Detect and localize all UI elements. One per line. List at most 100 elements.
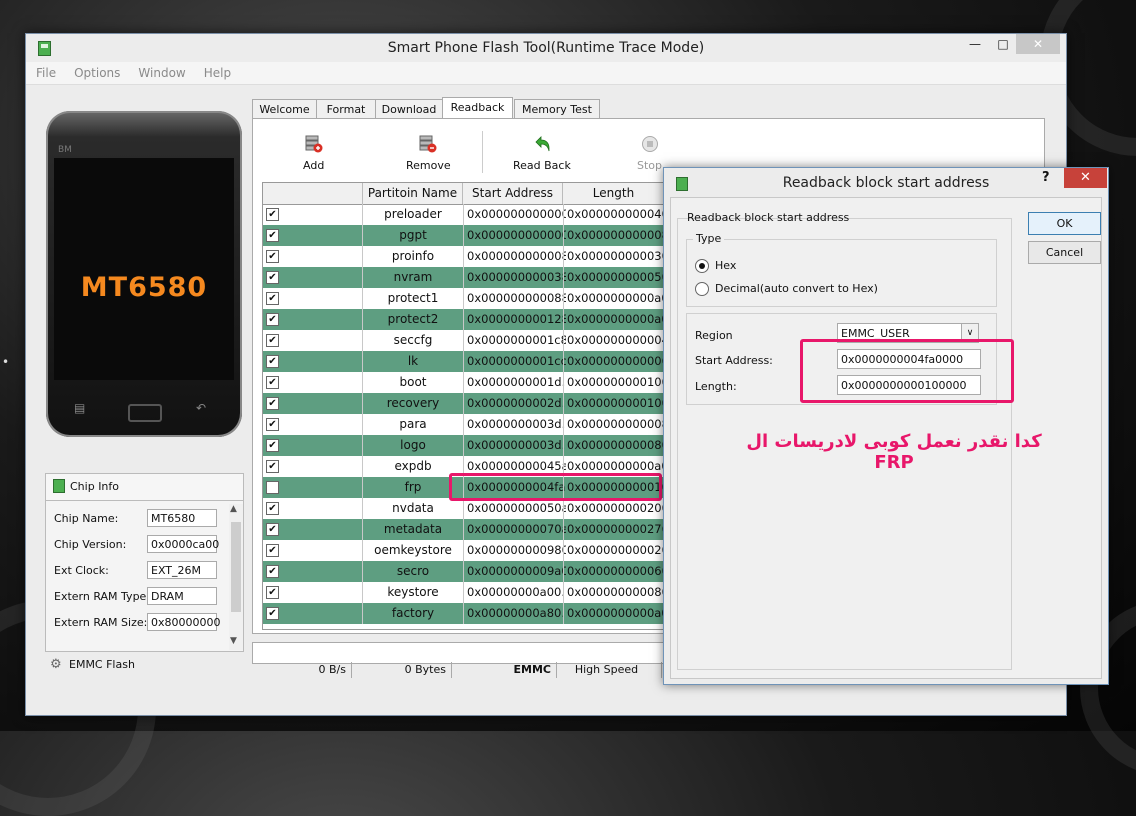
tab-download[interactable]: Download [375, 99, 443, 119]
partition-name: pgpt [362, 225, 463, 246]
chip-info-value[interactable]: EXT_26M [147, 561, 217, 579]
table-row[interactable]: ✔ logo0x0000000003d...0x000000000080... [263, 435, 668, 456]
tab-memory-test[interactable]: Memory Test [514, 99, 600, 119]
row-checkbox[interactable]: ✔ [266, 208, 279, 221]
add-button[interactable]: Add [303, 135, 324, 172]
partition-name: seccfg [362, 330, 463, 351]
table-row[interactable]: ✔ seccfg0x0000000001c8...0x000000000004..… [263, 330, 668, 351]
tab-welcome[interactable]: Welcome [252, 99, 317, 119]
maximize-button[interactable]: □ [992, 34, 1014, 54]
table-row[interactable]: ✔ metadata0x00000000070a...0x000000000276… [263, 519, 668, 540]
table-row[interactable]: ✔ protect20x000000000128...0x0000000000a0… [263, 309, 668, 330]
table-row[interactable]: ✔ pgpt0x000000000000...0x000000000008... [263, 225, 668, 246]
start-address-cell: 0x0000000001c8... [463, 330, 566, 351]
row-checkbox[interactable]: ✔ [266, 544, 279, 557]
row-checkbox[interactable]: ✔ [266, 292, 279, 305]
chip-info-row: Extern RAM Size: 0x80000000 [54, 613, 224, 631]
menu-window[interactable]: Window [128, 62, 193, 80]
chip-info-value[interactable]: DRAM [147, 587, 217, 605]
back-key-icon: ↶ [196, 401, 207, 415]
help-button[interactable]: ? [1042, 170, 1050, 185]
menu-options[interactable]: Options [64, 62, 128, 80]
readback-arrow-icon [535, 136, 550, 152]
partition-name: recovery [362, 393, 463, 414]
start-address-cell: 0x0000000003d... [463, 414, 566, 435]
menu-help[interactable]: Help [194, 62, 239, 80]
partition-name: frp [362, 477, 463, 498]
tab-readback[interactable]: Readback [442, 97, 513, 120]
table-row[interactable]: ✔ protect10x000000000088...0x0000000000a0… [263, 288, 668, 309]
table-row[interactable]: ✔ preloader0x000000000000...0x00000000004… [263, 204, 668, 225]
ok-button[interactable]: OK [1028, 212, 1101, 235]
chip-info-value[interactable]: 0x0000ca00 [147, 535, 219, 553]
decimal-radio[interactable] [695, 282, 709, 296]
header-partition-name[interactable]: Partitoin Name [363, 183, 463, 204]
header-start-address[interactable]: Start Address [463, 183, 563, 204]
row-checkbox[interactable]: ✔ [266, 565, 279, 578]
length-label: Length: [695, 380, 737, 393]
close-button[interactable]: ✕ [1016, 34, 1060, 54]
row-checkbox[interactable]: ✔ [266, 586, 279, 599]
length-cell: 0x000000000100... [563, 393, 668, 414]
chip-info-key: Chip Version: [54, 538, 127, 551]
row-checkbox[interactable]: ✔ [266, 313, 279, 326]
tab-format[interactable]: Format [316, 99, 376, 119]
readback-button[interactable]: Read Back [513, 135, 571, 172]
table-row[interactable]: ✔ oemkeystore0x000000000980...0x000000000… [263, 540, 668, 561]
table-row[interactable]: ✔ recovery0x0000000002d...0x000000000100.… [263, 393, 668, 414]
table-row[interactable]: ✔ proinfo0x000000000008...0x000000000030.… [263, 246, 668, 267]
header-length[interactable]: Length [563, 183, 665, 204]
chip-info-value[interactable]: 0x80000000 [147, 613, 221, 631]
stop-button[interactable]: Stop [637, 135, 662, 172]
length-cell: 0x000000000050... [563, 267, 668, 288]
row-checkbox[interactable]: ✔ [266, 397, 279, 410]
partition-name: secro [362, 561, 463, 582]
length-cell: 0x000000000006... [563, 351, 668, 372]
hex-radio[interactable] [695, 259, 709, 273]
scroll-thumb[interactable] [231, 522, 241, 612]
table-row[interactable]: ✔ keystore0x00000000a00...0x000000000080.… [263, 582, 668, 603]
cancel-button[interactable]: Cancel [1028, 241, 1101, 264]
length-cell: 0x000000000080... [563, 582, 668, 603]
type-label: Type [693, 232, 725, 245]
row-checkbox[interactable]: ✔ [266, 523, 279, 536]
table-row[interactable]: ✔ nvram0x000000000038...0x000000000050... [263, 267, 668, 288]
row-checkbox[interactable] [266, 481, 279, 494]
emmc-flash-header[interactable]: ⚙ EMMC Flash [45, 654, 242, 676]
row-checkbox[interactable]: ✔ [266, 439, 279, 452]
table-row[interactable]: ✔ lk0x0000000001cc...0x000000000006... [263, 351, 668, 372]
table-row[interactable]: ✔ para0x0000000003d...0x000000000008... [263, 414, 668, 435]
chip-info-scrollbar[interactable]: ▲ ▼ [229, 504, 243, 650]
remove-button[interactable]: Remove [406, 135, 451, 172]
scroll-down-icon[interactable]: ▼ [230, 636, 237, 646]
frp-row-highlight [449, 473, 662, 501]
menu-file[interactable]: File [26, 62, 64, 80]
row-checkbox[interactable]: ✔ [266, 376, 279, 389]
row-checkbox[interactable]: ✔ [266, 607, 279, 620]
minimize-button[interactable]: — [964, 34, 986, 54]
row-checkbox[interactable]: ✔ [266, 271, 279, 284]
row-checkbox[interactable]: ✔ [266, 250, 279, 263]
dialog-close-button[interactable]: ✕ [1064, 168, 1107, 188]
phone-illustration: BM MT6580 ▤ ↶ [46, 111, 242, 437]
table-row[interactable]: ✔ nvdata0x00000000050a...0x000000000200..… [263, 498, 668, 519]
stop-label: Stop [637, 159, 663, 172]
row-checkbox[interactable]: ✔ [266, 502, 279, 515]
chip-info-header[interactable]: Chip Info [45, 473, 244, 501]
chip-info-row: Chip Name: MT6580 [54, 509, 224, 527]
table-row[interactable]: ✔ factory0x00000000a80...0x0000000000a0..… [263, 603, 668, 624]
table-row[interactable]: ✔ boot0x0000000001d...0x000000000100... [263, 372, 668, 393]
partition-name: oemkeystore [362, 540, 463, 561]
chip-info-key: Chip Name: [54, 512, 119, 525]
row-checkbox[interactable]: ✔ [266, 334, 279, 347]
phone-screen: MT6580 [54, 158, 234, 380]
scroll-up-icon[interactable]: ▲ [230, 504, 237, 514]
row-checkbox[interactable]: ✔ [266, 229, 279, 242]
chip-info-value[interactable]: MT6580 [147, 509, 217, 527]
row-checkbox[interactable]: ✔ [266, 418, 279, 431]
table-row[interactable]: ✔ secro0x0000000009a0...0x000000000060... [263, 561, 668, 582]
row-checkbox[interactable]: ✔ [266, 355, 279, 368]
row-checkbox[interactable]: ✔ [266, 460, 279, 473]
stop-icon [641, 136, 658, 152]
start-address-cell: 0x0000000001d... [463, 372, 566, 393]
